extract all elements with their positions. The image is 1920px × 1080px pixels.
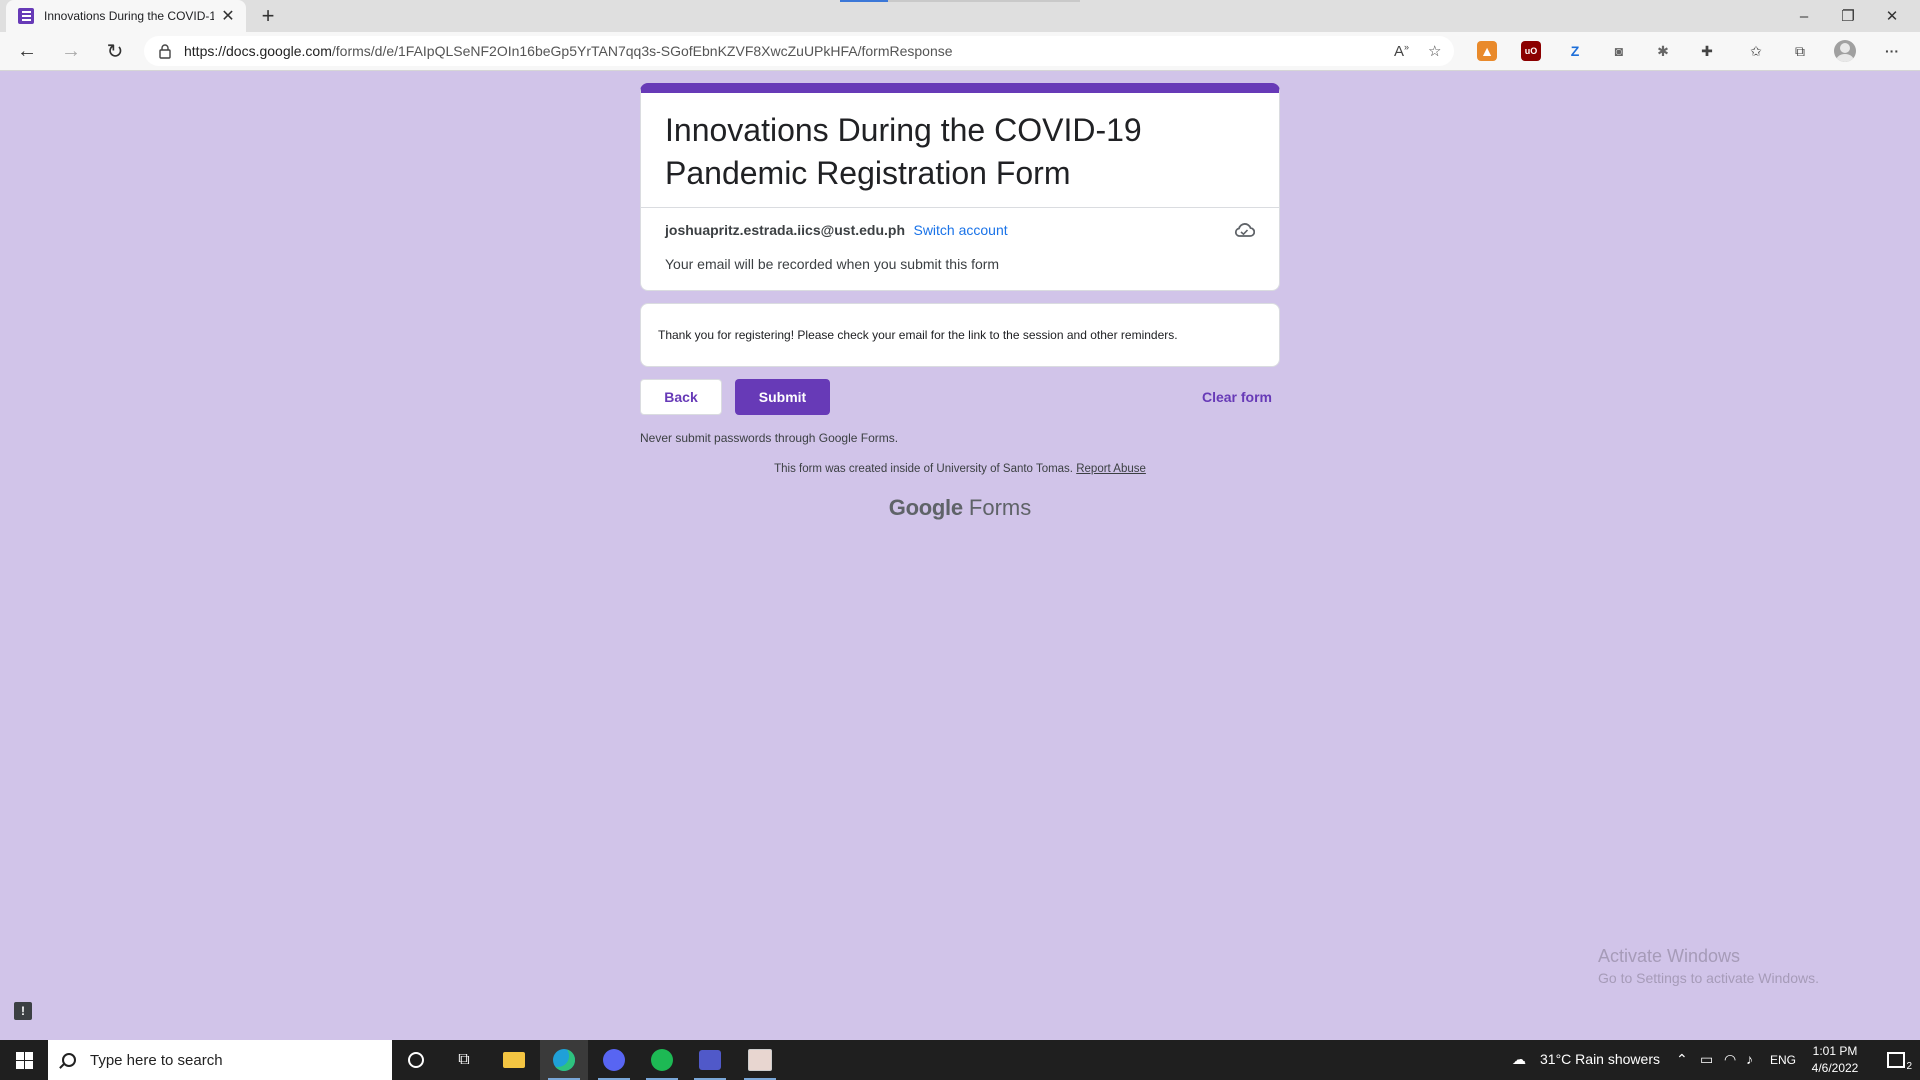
form-container: Innovations During the COVID-19 Pandemic… [640,83,1280,521]
close-window-button[interactable]: ✕ [1870,0,1914,32]
system-clock[interactable]: 1:01 PM 4/6/2022 [1800,1043,1870,1077]
show-hidden-icons-chevron-icon[interactable]: ⌃ [1676,1051,1688,1068]
created-by-note: This form was created inside of Universi… [640,463,1280,475]
browser-toolbar: ← → ↻ https://docs.google.com/forms/d/e/… [0,32,1920,71]
camera-extension-icon[interactable]: ◙ [1609,41,1629,61]
metamask-extension-icon[interactable]: ▲ [1477,41,1497,61]
language-indicator[interactable]: ENG [1770,1053,1796,1067]
notification-count: 2 [1906,1061,1912,1072]
add-favorite-icon[interactable]: ☆ [1428,42,1441,60]
favorites-icon[interactable]: ✩ [1746,41,1766,61]
back-button[interactable]: Back [640,379,722,415]
image-viewer-icon[interactable] [736,1040,784,1080]
form-actions: Back Submit Clear form [640,379,1280,415]
form-title: Innovations During the COVID-19 Pandemic… [665,112,1142,191]
switch-account-link[interactable]: Switch account [913,222,1007,238]
volume-icon[interactable]: ♪ [1746,1051,1753,1067]
meet-now-icon[interactable]: ▭ [1700,1051,1713,1068]
minimize-button[interactable]: – [1782,0,1826,32]
notification-center-icon[interactable]: 2 [1872,1040,1920,1080]
confirmation-message: Thank you for registering! Please check … [658,328,1178,342]
clear-form-button[interactable]: Clear form [1194,379,1280,415]
new-tab-button[interactable]: + [254,2,282,30]
windows-taskbar: Type here to search ⧉ ☁ 31°C Rain shower… [0,1040,1920,1080]
clock-date: 4/6/2022 [1811,1061,1859,1075]
forward-arrow-icon[interactable]: → [57,37,85,65]
translate-extension-icon[interactable]: Z [1565,41,1585,61]
settings-more-icon[interactable]: ··· [1882,41,1902,61]
weather-icon[interactable]: ☁ [1512,1051,1526,1068]
activate-windows-watermark: Activate Windows Go to Settings to activ… [1598,946,1819,986]
password-warning: Never submit passwords through Google Fo… [640,431,899,445]
tab-strip: Innovations During the COVID-1 ✕ + – ❐ ✕ [0,0,1920,32]
address-bar[interactable]: https://docs.google.com/forms/d/e/1FAIpQ… [144,36,1454,66]
read-aloud-icon[interactable]: A» [1394,42,1409,60]
windows-logo-icon [15,1051,33,1069]
back-arrow-icon[interactable]: ← [13,37,41,65]
lock-icon [158,43,172,59]
extensions-puzzle-icon[interactable]: ✚ [1697,41,1717,61]
cortana-icon[interactable] [392,1040,440,1080]
taskbar-search[interactable]: Type here to search [48,1040,392,1080]
google-forms-favicon-icon [18,8,34,24]
file-explorer-icon[interactable] [490,1040,538,1080]
weather-text[interactable]: 31°C Rain showers [1540,1051,1660,1067]
account-email: joshuapritz.estrada.iics@ust.edu.ph [665,222,906,238]
discord-icon[interactable] [590,1040,638,1080]
confirmation-message-card: Thank you for registering! Please check … [640,303,1280,367]
loading-bar [840,0,1080,2]
form-header-card: Innovations During the COVID-19 Pandemic… [640,83,1280,291]
bug-extension-icon[interactable]: ✱ [1653,41,1673,61]
restore-button[interactable]: ❐ [1826,0,1870,32]
report-feedback-icon[interactable]: ! [14,1002,32,1020]
created-by-text: This form was created inside of Universi… [774,463,1074,475]
report-abuse-link[interactable]: Report Abuse [1076,463,1146,475]
email-recorded-note: Your email will be recorded when you sub… [665,256,1000,272]
submit-button[interactable]: Submit [735,379,830,415]
clock-time: 1:01 PM [1812,1044,1858,1058]
account-row: joshuapritz.estrada.iics@ust.edu.ph Swit… [641,208,1279,242]
spotify-icon[interactable] [638,1040,686,1080]
url-text: https://docs.google.com/forms/d/e/1FAIpQ… [184,43,953,59]
teams-icon[interactable] [686,1040,734,1080]
edge-browser-icon[interactable] [540,1040,588,1080]
tab-close-icon[interactable]: ✕ [220,6,236,26]
task-view-icon[interactable]: ⧉ [440,1040,488,1080]
collections-icon[interactable]: ⧉ [1790,41,1810,61]
refresh-icon[interactable]: ↻ [101,37,129,65]
ublock-extension-icon[interactable]: uO [1521,41,1541,61]
search-placeholder: Type here to search [90,1051,223,1069]
cloud-saved-icon [1233,222,1256,238]
tab-forms[interactable]: Innovations During the COVID-1 ✕ [6,0,246,32]
wifi-icon[interactable]: ◠ [1724,1051,1736,1068]
search-icon [62,1053,76,1067]
tab-title: Innovations During the COVID-1 [44,9,214,23]
profile-avatar[interactable] [1834,40,1856,62]
start-button[interactable] [0,1040,48,1080]
google-forms-logo[interactable]: Google Forms [640,495,1280,521]
